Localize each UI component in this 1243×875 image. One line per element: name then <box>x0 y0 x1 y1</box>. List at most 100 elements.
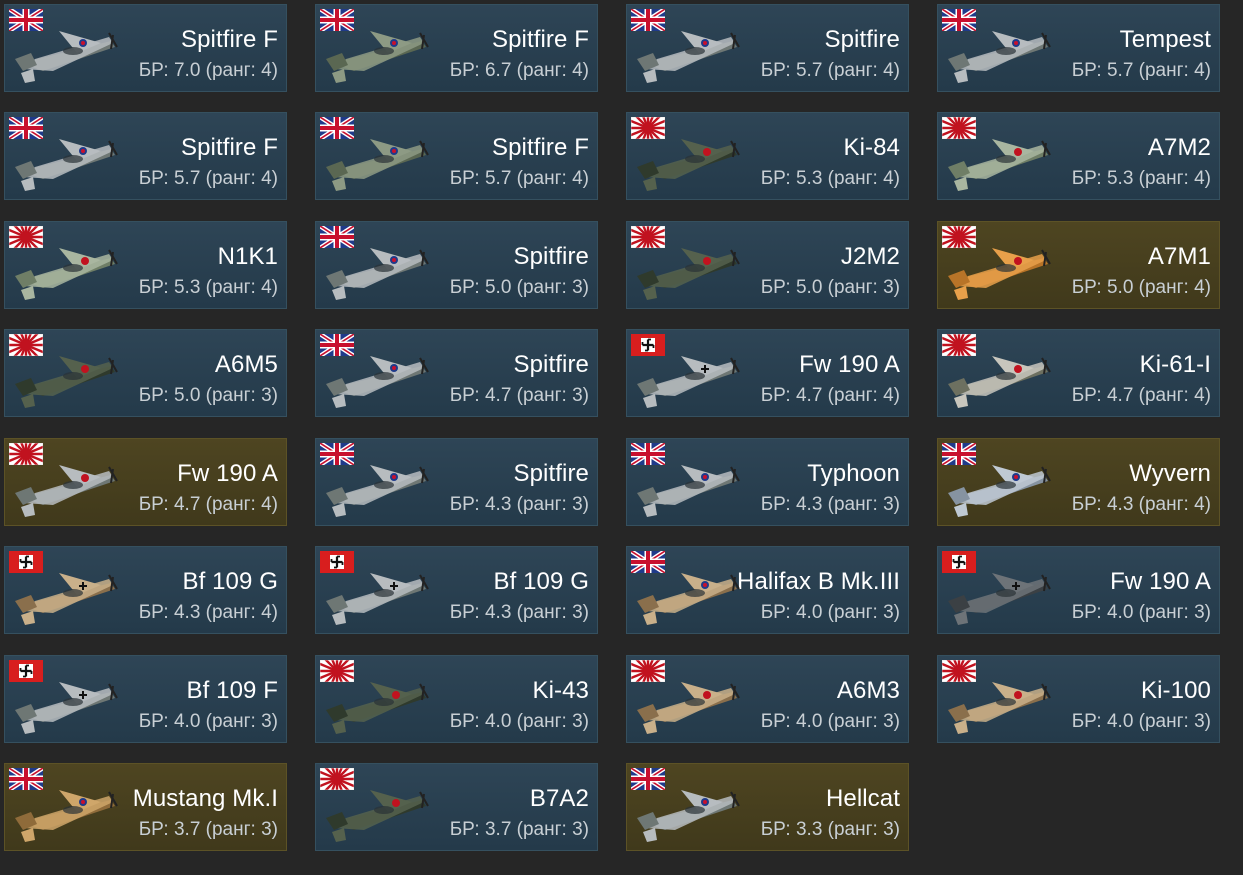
vehicle-card[interactable]: J2M2 БР: 5.0 (ранг: 3) <box>626 221 909 309</box>
vehicle-card[interactable]: Bf 109 F БР: 4.0 (ранг: 3) <box>4 655 287 743</box>
vehicle-name: Fw 190 A <box>799 351 900 378</box>
battle-rating: БР: 4.3 (ранг: 4) <box>1071 494 1211 515</box>
japan-flag-icon <box>5 222 56 267</box>
vehicle-card[interactable]: Spitfire F БР: 5.7 (ранг: 4) <box>315 112 598 200</box>
vehicle-name: A6M5 <box>214 351 278 378</box>
japan-flag-icon <box>627 656 678 701</box>
vehicle-name: Bf 109 G <box>493 568 589 595</box>
vehicle-card[interactable]: Halifax B Mk.III БР: 4.0 (ранг: 3) <box>626 546 909 634</box>
vehicle-card[interactable]: Ki-84 БР: 5.3 (ранг: 4) <box>626 112 909 200</box>
vehicle-name: Fw 190 A <box>1110 568 1211 595</box>
vehicle-card[interactable]: Bf 109 G БР: 4.3 (ранг: 4) <box>4 546 287 634</box>
vehicle-name: Hellcat <box>825 785 900 812</box>
battle-rating: БР: 4.0 (ранг: 3) <box>138 711 278 732</box>
battle-rating: БР: 5.7 (ранг: 4) <box>760 60 900 81</box>
battle-rating: БР: 3.7 (ранг: 3) <box>449 819 589 840</box>
battle-rating: БР: 4.3 (ранг: 3) <box>760 494 900 515</box>
battle-rating: БР: 5.3 (ранг: 4) <box>1071 168 1211 189</box>
vehicle-card[interactable]: Ki-61-I БР: 4.7 (ранг: 4) <box>937 329 1220 417</box>
battle-rating: БР: 3.7 (ранг: 3) <box>138 819 278 840</box>
vehicle-name: Bf 109 G <box>182 568 278 595</box>
vehicle-name: Ki-61-I <box>1139 351 1211 378</box>
vehicle-card[interactable]: Wyvern БР: 4.3 (ранг: 4) <box>937 438 1220 526</box>
vehicle-card[interactable]: Spitfire БР: 4.7 (ранг: 3) <box>315 329 598 417</box>
japan-flag-icon <box>316 656 367 701</box>
uk-flag-icon <box>940 7 978 33</box>
battle-rating: БР: 5.0 (ранг: 3) <box>449 277 589 298</box>
uk-flag-icon <box>318 224 356 250</box>
vehicle-card[interactable]: A6M5 БР: 5.0 (ранг: 3) <box>4 329 287 417</box>
vehicle-card[interactable]: Spitfire F БР: 7.0 (ранг: 4) <box>4 4 287 92</box>
uk-flag-icon <box>629 7 667 33</box>
vehicle-name: N1K1 <box>217 243 278 270</box>
vehicle-name: A7M2 <box>1147 134 1211 161</box>
vehicle-card[interactable]: Typhoon БР: 4.3 (ранг: 3) <box>626 438 909 526</box>
vehicle-name: Wyvern <box>1129 460 1211 487</box>
vehicle-card[interactable]: Bf 109 G БР: 4.3 (ранг: 3) <box>315 546 598 634</box>
vehicle-card[interactable]: Hellcat БР: 3.3 (ранг: 3) <box>626 763 909 851</box>
vehicle-name: Tempest <box>1119 26 1211 53</box>
vehicle-card[interactable]: Ki-100 БР: 4.0 (ранг: 3) <box>937 655 1220 743</box>
uk-flag-icon <box>318 115 356 141</box>
battle-rating: БР: 3.3 (ранг: 3) <box>760 819 900 840</box>
uk-flag-icon <box>629 766 667 792</box>
battle-rating: БР: 4.3 (ранг: 3) <box>449 602 589 623</box>
germany-flag-icon <box>320 551 354 573</box>
battle-rating: БР: 4.7 (ранг: 3) <box>449 385 589 406</box>
vehicle-card[interactable]: N1K1 БР: 5.3 (ранг: 4) <box>4 221 287 309</box>
vehicle-card[interactable]: Spitfire БР: 5.7 (ранг: 4) <box>626 4 909 92</box>
battle-rating: БР: 6.7 (ранг: 4) <box>449 60 589 81</box>
vehicle-name: Spitfire F <box>491 26 589 53</box>
uk-flag-icon <box>318 441 356 467</box>
vehicle-card[interactable]: A6M3 БР: 4.0 (ранг: 3) <box>626 655 909 743</box>
battle-rating: БР: 5.7 (ранг: 4) <box>1071 60 1211 81</box>
vehicle-name: A6M3 <box>836 677 900 704</box>
vehicle-name: Spitfire F <box>180 26 278 53</box>
vehicle-name: Spitfire <box>824 26 900 53</box>
vehicle-card[interactable]: Spitfire БР: 4.3 (ранг: 3) <box>315 438 598 526</box>
battle-rating: БР: 4.0 (ранг: 3) <box>1071 711 1211 732</box>
battle-rating: БР: 5.7 (ранг: 4) <box>449 168 589 189</box>
vehicle-name: Typhoon <box>807 460 900 487</box>
vehicle-card[interactable]: Spitfire F БР: 6.7 (ранг: 4) <box>315 4 598 92</box>
vehicle-name: Spitfire F <box>180 134 278 161</box>
vehicle-name: Ki-43 <box>532 677 589 704</box>
vehicle-card[interactable]: Ki-43 БР: 4.0 (ранг: 3) <box>315 655 598 743</box>
vehicle-card[interactable]: A7M1 БР: 5.0 (ранг: 4) <box>937 221 1220 309</box>
vehicle-card[interactable]: Mustang Mk.I БР: 3.7 (ранг: 3) <box>4 763 287 851</box>
battle-rating: БР: 4.0 (ранг: 3) <box>760 602 900 623</box>
uk-flag-icon <box>7 115 45 141</box>
uk-flag-icon <box>318 332 356 358</box>
vehicle-name: Ki-100 <box>1141 677 1211 704</box>
japan-flag-icon <box>938 656 989 701</box>
vehicle-name: Fw 190 A <box>177 460 278 487</box>
battle-rating: БР: 5.0 (ранг: 3) <box>138 385 278 406</box>
battle-rating: БР: 5.0 (ранг: 3) <box>760 277 900 298</box>
vehicle-name: A7M1 <box>1147 243 1211 270</box>
japan-flag-icon <box>627 222 678 267</box>
uk-flag-icon <box>629 549 667 575</box>
uk-flag-icon <box>318 7 356 33</box>
vehicle-name: Halifax B Mk.III <box>737 568 900 595</box>
battle-rating: БР: 4.0 (ранг: 3) <box>449 711 589 732</box>
battle-rating: БР: 4.7 (ранг: 4) <box>760 385 900 406</box>
vehicle-name: Ki-84 <box>843 134 900 161</box>
vehicle-name: J2M2 <box>840 243 900 270</box>
battle-rating: БР: 7.0 (ранг: 4) <box>138 60 278 81</box>
vehicle-card[interactable]: B7A2 БР: 3.7 (ранг: 3) <box>315 763 598 851</box>
vehicle-card[interactable]: A7M2 БР: 5.3 (ранг: 4) <box>937 112 1220 200</box>
battle-rating: БР: 5.3 (ранг: 4) <box>760 168 900 189</box>
vehicle-card[interactable]: Spitfire БР: 5.0 (ранг: 3) <box>315 221 598 309</box>
battle-rating: БР: 4.0 (ранг: 3) <box>1071 602 1211 623</box>
vehicle-card[interactable]: Fw 190 A БР: 4.7 (ранг: 4) <box>4 438 287 526</box>
vehicle-card[interactable]: Spitfire F БР: 5.7 (ранг: 4) <box>4 112 287 200</box>
japan-flag-icon <box>938 222 989 267</box>
battle-rating: БР: 4.3 (ранг: 3) <box>449 494 589 515</box>
vehicle-card[interactable]: Fw 190 A БР: 4.7 (ранг: 4) <box>626 329 909 417</box>
vehicle-name: Mustang Mk.I <box>132 785 278 812</box>
battle-rating: БР: 4.7 (ранг: 4) <box>138 494 278 515</box>
uk-flag-icon <box>7 766 45 792</box>
vehicle-card[interactable]: Tempest БР: 5.7 (ранг: 4) <box>937 4 1220 92</box>
vehicle-card[interactable]: Fw 190 A БР: 4.0 (ранг: 3) <box>937 546 1220 634</box>
battle-rating: БР: 4.7 (ранг: 4) <box>1071 385 1211 406</box>
